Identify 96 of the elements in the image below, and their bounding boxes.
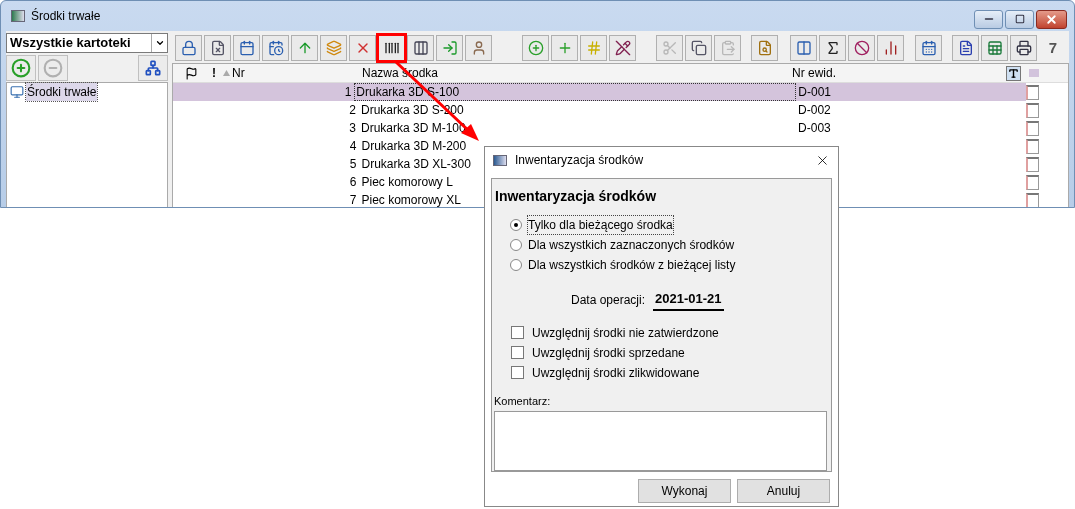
table-cell[interactable]: Drukarka 3D S-100 — [354, 83, 797, 101]
spreadsheet-icon — [986, 40, 1003, 56]
table-cell[interactable]: Drukarka 3D M-200 — [359, 137, 467, 155]
table-cell-text: 2 — [348, 102, 357, 119]
calendar-clock-icon — [267, 40, 284, 56]
table-cell-text: D-002 — [797, 102, 832, 119]
table-cell[interactable]: Drukarka 3D XL-300 — [359, 155, 471, 173]
add-icon — [527, 40, 544, 56]
copy-icon — [690, 40, 707, 56]
color-swatch — [1029, 69, 1039, 77]
radio-button[interactable] — [510, 239, 522, 251]
maximize-button[interactable] — [1005, 9, 1034, 29]
column-header[interactable]: Nr — [232, 64, 349, 82]
checkbox-label: Uwzględnij środki nie zatwierdzone — [532, 324, 719, 342]
paste-icon — [719, 40, 736, 56]
tree-button[interactable] — [138, 55, 168, 81]
date-field[interactable]: 2021-01-21 — [653, 289, 724, 311]
barcode-icon — [383, 40, 400, 56]
maximize-icon — [1014, 14, 1025, 24]
note-icon — [1026, 120, 1039, 136]
note-icon — [1026, 102, 1039, 118]
dialog-icon — [493, 154, 507, 166]
calendar-icon — [238, 40, 255, 56]
import-icon — [441, 40, 458, 56]
table-cell-text: D-003 — [797, 120, 832, 137]
caret-icon — [154, 38, 165, 48]
lock-icon — [180, 40, 197, 56]
radio-label: Dla wszystkich środków z bieżącej listy — [528, 257, 736, 274]
toolbar-button[interactable] — [204, 35, 231, 61]
tree-item[interactable]: Środki trwałe — [26, 83, 98, 101]
table-cell-text: 4 — [348, 138, 358, 155]
radio-label: Dla wszystkich zaznaczonych środków — [528, 237, 735, 254]
table-cell-text: 3 — [348, 120, 357, 137]
toolbar-button[interactable] — [952, 35, 979, 61]
columns-icon — [412, 40, 429, 56]
checkbox[interactable] — [511, 326, 524, 339]
note-icon — [1026, 156, 1039, 172]
record-count: 7 — [1048, 37, 1057, 58]
toolbar-button[interactable] — [1010, 35, 1037, 61]
calendar-icon — [920, 40, 937, 56]
computer-icon — [10, 85, 24, 99]
pencil-icon — [614, 40, 631, 56]
table-cell-text: 6 — [348, 174, 358, 191]
checkbox-label: Uwzględnij środki sprzedane — [532, 344, 685, 362]
search-icon — [756, 40, 773, 56]
layers-icon — [325, 40, 342, 56]
cancel-button[interactable]: Anuluj — [737, 479, 830, 503]
toolbar-button[interactable] — [609, 35, 636, 61]
table-cell-text: 7 — [348, 192, 358, 207]
columns-icon — [795, 40, 812, 56]
scissors-icon — [661, 40, 678, 56]
note-icon — [1026, 138, 1039, 154]
add-icon — [11, 58, 31, 78]
note-icon — [1026, 174, 1039, 190]
checkbox[interactable] — [511, 366, 524, 379]
radio-button[interactable] — [510, 219, 522, 231]
table-cell-text: 5 — [348, 156, 358, 173]
remove-icon — [43, 58, 63, 78]
tree-icon — [145, 60, 161, 76]
column-header[interactable]: Nr ewid. — [783, 64, 1006, 82]
radio-label: Tylko dla bieżącego środka — [528, 216, 673, 234]
checkbox-label: Uwzględnij środki zlikwidowane — [532, 364, 700, 382]
document-icon — [957, 40, 974, 56]
table-cell[interactable]: Piec komorowy XL — [359, 191, 461, 207]
window-icon — [11, 10, 25, 22]
hash-icon — [585, 40, 602, 56]
add-button[interactable] — [6, 55, 36, 81]
toolbar-button[interactable] — [685, 35, 712, 61]
dialog-heading: Inwentaryzacja środków — [495, 187, 658, 206]
flag-icon — [185, 66, 198, 80]
column-header[interactable]: ! — [212, 64, 220, 82]
close-icon — [1045, 12, 1058, 26]
table-cell: 1 — [173, 83, 355, 101]
comment-label: Komentarz: — [494, 393, 552, 409]
close-button[interactable] — [1036, 9, 1067, 29]
toolbar-button[interactable] — [819, 35, 846, 61]
toolbar-button[interactable] — [378, 35, 405, 61]
date-label: Data operacji: — [571, 291, 646, 309]
toolbar-button[interactable] — [848, 35, 875, 61]
checkbox[interactable] — [511, 346, 524, 359]
radio-button[interactable] — [510, 259, 522, 271]
execute-button[interactable]: Wykonaj — [638, 479, 731, 503]
minimize-button[interactable] — [974, 9, 1003, 29]
note-icon — [1026, 84, 1039, 100]
dialog-title: Inwentaryzacja środków — [515, 152, 644, 169]
table-cell[interactable]: Piec komorowy L — [359, 173, 453, 191]
table-cell: D-001 — [796, 83, 1027, 101]
sort-icon — [223, 70, 230, 76]
comment-field[interactable] — [494, 411, 827, 471]
forbidden-icon — [853, 40, 870, 56]
window-title: Środki trwałe — [31, 7, 101, 25]
text-format-icon — [1006, 65, 1021, 81]
table-cell[interactable]: Drukarka 3D M-100 — [358, 119, 466, 137]
dropdown[interactable]: Wszystkie kartoteki — [6, 33, 168, 53]
printer-icon — [1015, 40, 1032, 56]
document-cross-icon — [209, 40, 226, 56]
